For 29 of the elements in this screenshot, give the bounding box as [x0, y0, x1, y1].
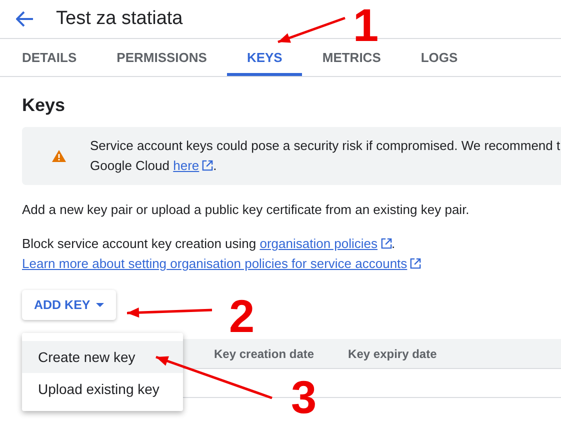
external-link-icon: [202, 160, 214, 171]
period-text: .: [392, 236, 396, 251]
caret-icon: [96, 303, 104, 307]
annotation-number: 3: [291, 374, 317, 420]
here-link[interactable]: here: [173, 158, 200, 173]
column-header: Key expiry date: [348, 346, 437, 360]
page-title: Test za statiata: [56, 8, 183, 30]
tab[interactable]: DETAILS: [2, 39, 97, 76]
intro-text: Add a new key pair or upload a public key certificate from an existing key pair.: [22, 201, 470, 219]
tab[interactable]: LOGS: [400, 39, 478, 76]
annotation-number: 2: [229, 293, 255, 339]
add-key-button[interactable]: ADD KEY: [22, 290, 116, 320]
warning-text: Google Cloud: [90, 158, 170, 173]
learn-more-link[interactable]: Learn more about setting organisation policies for service accounts: [22, 256, 408, 271]
back-arrow-icon[interactable]: [16, 11, 34, 27]
warning-icon: [52, 150, 66, 162]
policy-link[interactable]: organisation policies: [260, 236, 378, 251]
menu-item[interactable]: Upload existing key: [22, 373, 183, 405]
period-text: .: [213, 158, 217, 173]
column-header: Key creation date: [214, 346, 314, 360]
section-heading: Keys: [22, 95, 66, 116]
external-link-icon: [380, 238, 392, 249]
policy-text: Block service account key creation using: [22, 236, 258, 251]
warning-text: Service account keys could pose a security risk if compromised. We recommend t: [90, 137, 560, 155]
annotation-arrow: [278, 16, 346, 44]
external-link-icon: [410, 258, 422, 269]
menu-item[interactable]: Create new key: [22, 341, 183, 373]
tab[interactable]: PERMISSIONS: [96, 39, 227, 76]
annotation-number: 1: [353, 2, 379, 48]
